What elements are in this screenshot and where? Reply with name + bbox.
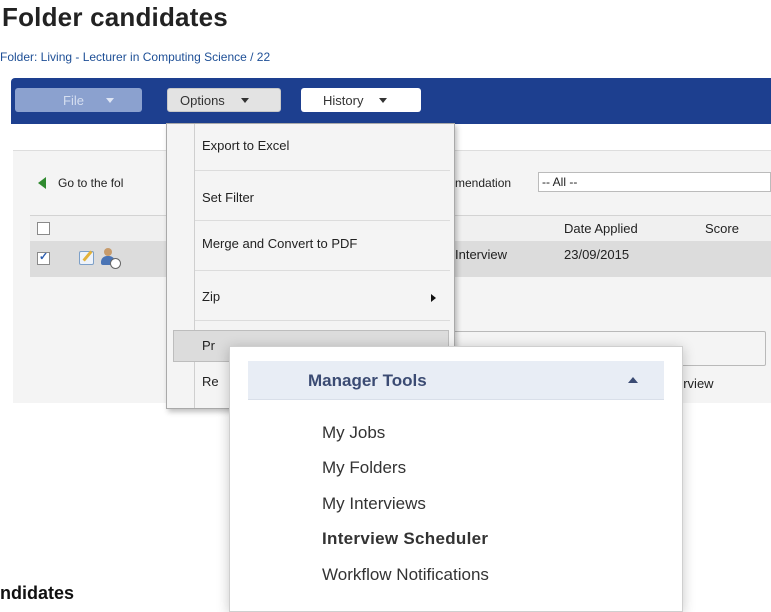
- link-my-jobs[interactable]: My Jobs: [322, 423, 385, 443]
- manager-tools-panel: Manager Tools My Jobs My Folders My Inte…: [229, 346, 683, 612]
- link-interview-scheduler[interactable]: Interview Scheduler: [322, 529, 488, 549]
- chevron-down-icon: [240, 97, 249, 103]
- file-menu-label: File: [63, 92, 84, 108]
- file-menu-button[interactable]: File: [15, 88, 142, 112]
- menu-item-process[interactable]: Pr: [202, 338, 215, 353]
- history-menu-button[interactable]: History: [301, 88, 421, 112]
- select-all-checkbox[interactable]: [37, 222, 50, 235]
- folder-breadcrumb[interactable]: Folder: Living - Lecturer in Computing S…: [0, 50, 270, 64]
- recommendation-label: mendation: [455, 176, 512, 190]
- chevron-up-icon[interactable]: [628, 377, 638, 383]
- column-header-date-applied[interactable]: Date Applied: [564, 221, 638, 236]
- manager-tools-title: Manager Tools: [308, 371, 427, 390]
- menu-item-report[interactable]: Re: [202, 374, 219, 389]
- menu-item-zip[interactable]: Zip: [202, 289, 220, 304]
- menu-item-export-excel[interactable]: Export to Excel: [202, 138, 289, 153]
- manager-tools-header[interactable]: Manager Tools: [248, 361, 664, 400]
- menu-item-merge-pdf[interactable]: Merge and Convert to PDF: [202, 236, 357, 251]
- candidate-schedule-icon[interactable]: [101, 248, 121, 269]
- page-title: Folder candidates: [2, 2, 228, 32]
- row-status: Interview: [455, 247, 508, 262]
- link-my-interviews[interactable]: My Interviews: [322, 494, 426, 514]
- submenu-arrow-icon: [431, 294, 436, 302]
- bottom-page-title: ndidates: [0, 583, 75, 603]
- go-to-folder-link[interactable]: Go to the fol: [58, 176, 123, 190]
- menu-item-set-filter[interactable]: Set Filter: [202, 190, 254, 205]
- options-menu-label: Options: [180, 92, 225, 108]
- chevron-down-icon: [105, 97, 114, 103]
- link-my-folders[interactable]: My Folders: [322, 458, 406, 478]
- history-menu-label: History: [323, 92, 364, 108]
- edit-note-icon[interactable]: [79, 251, 94, 265]
- link-workflow-notifications[interactable]: Workflow Notifications: [322, 565, 489, 585]
- toolbar: File Options History: [11, 78, 771, 124]
- row-date-applied: 23/09/2015: [564, 247, 630, 262]
- recommendation-select[interactable]: -- All --: [538, 172, 771, 192]
- row-checkbox[interactable]: [37, 250, 50, 265]
- chevron-down-icon: [379, 97, 388, 103]
- column-header-score[interactable]: Score: [705, 221, 739, 236]
- back-arrow-icon[interactable]: [38, 177, 46, 189]
- options-menu-button[interactable]: Options: [167, 88, 281, 112]
